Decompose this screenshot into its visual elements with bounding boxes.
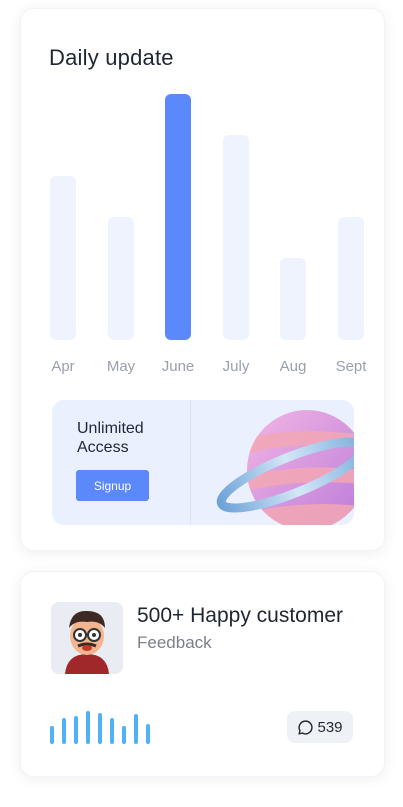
customer-title: 500+ Happy customer — [137, 604, 344, 627]
tick-label-sept: Sept — [335, 358, 367, 375]
customer-card: 500+ Happy customer Feedback 539 — [20, 571, 385, 777]
avatar — [51, 602, 123, 674]
tick-label-june: June — [161, 358, 195, 375]
audio-wave-icon — [50, 711, 150, 744]
tick-label-apr: Apr — [51, 358, 75, 375]
bar-july — [223, 135, 249, 340]
comment-icon — [298, 719, 314, 735]
bar-june — [165, 94, 191, 340]
signup-button[interactable]: Signup — [76, 470, 149, 501]
bar-aug — [280, 258, 306, 340]
comment-count-button[interactable]: 539 — [287, 711, 353, 743]
promo-divider — [190, 400, 191, 525]
customer-subtitle: Feedback — [137, 633, 212, 652]
comment-count: 539 — [317, 718, 343, 736]
tick-label-aug: Aug — [279, 358, 307, 375]
daily-update-card: Daily update Apr May June July Aug Sept Unlim… — [20, 8, 385, 551]
bar-may — [108, 217, 134, 340]
promo-banner: Unlimited Access Signup — [52, 400, 354, 525]
bar-apr — [50, 176, 76, 340]
tick-label-may: May — [106, 358, 136, 375]
tick-label-july: July — [222, 358, 250, 375]
avatar-icon — [51, 602, 123, 674]
bar-sept — [338, 217, 364, 340]
planet-icon — [216, 410, 354, 525]
promo-title: Unlimited Access — [77, 420, 144, 456]
